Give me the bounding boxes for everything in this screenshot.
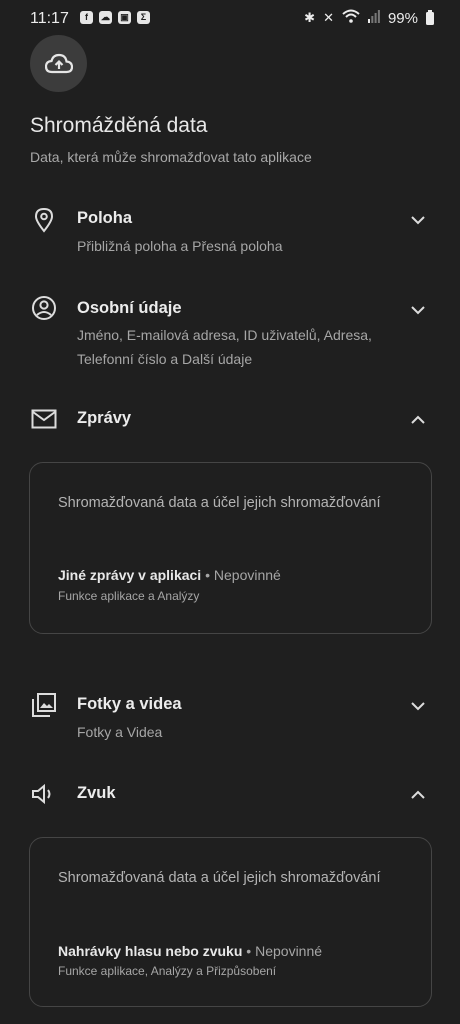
separator: • <box>242 943 256 959</box>
battery-percent: 99% <box>387 9 418 27</box>
cloud-icon: ☁ <box>99 11 112 24</box>
mute-icon: ✕ <box>323 10 334 25</box>
chevron-down-icon[interactable] <box>406 208 430 232</box>
person-circle-icon <box>30 294 58 322</box>
section-subtitle: Fotky a Videa <box>77 724 163 740</box>
section-photos-videos[interactable]: Fotky a videa Fotky a Videa <box>0 686 460 756</box>
section-title: Zprávy <box>77 409 132 427</box>
section-audio[interactable]: Zvuk <box>0 775 460 815</box>
signal-icon <box>367 9 380 27</box>
data-type-row: Jiné zprávy v aplikaci • Nepovinné <box>58 567 281 583</box>
section-title: Fotky a videa <box>77 695 182 713</box>
data-type-row: Nahrávky hlasu nebo zvuku • Nepovinné <box>58 943 322 959</box>
data-type-name: Jiné zprávy v aplikaci <box>58 567 202 583</box>
facebook-icon: f <box>80 11 93 24</box>
system-icons: ✱ ✕ 99% <box>304 9 434 27</box>
section-title: Poloha <box>77 209 133 227</box>
mail-icon <box>30 405 58 433</box>
sigma-icon: Σ <box>137 11 150 24</box>
data-purpose: Funkce aplikace, Analýzy a Přizpůsobení <box>58 964 277 978</box>
data-type-name: Nahrávky hlasu nebo zvuku <box>58 943 243 959</box>
battery-icon <box>426 9 434 25</box>
data-detail-card: Shromažďovaná data a účel jejich shromaž… <box>29 837 432 1007</box>
image-icon: ▣ <box>118 11 131 24</box>
chevron-down-icon[interactable] <box>406 298 430 322</box>
section-personal-info[interactable]: Osobní údaje Jméno, E-mailová adresa, ID… <box>0 290 460 370</box>
section-title: Zvuk <box>77 784 116 802</box>
data-purpose: Funkce aplikace a Analýzy <box>58 589 200 603</box>
location-pin-icon <box>30 206 58 234</box>
wifi-icon <box>342 9 360 27</box>
chevron-up-icon[interactable] <box>406 783 430 807</box>
separator: • <box>201 567 214 583</box>
card-heading: Shromažďovaná data a účel jejich shromaž… <box>58 495 381 511</box>
section-messages[interactable]: Zprávy <box>0 400 460 440</box>
section-subtitle: Přibližná poloha a Přesná poloha <box>77 238 283 254</box>
card-heading: Shromažďovaná data a účel jejich shromaž… <box>58 870 381 886</box>
optional-label: Nepovinné <box>213 567 281 583</box>
speaker-icon <box>30 780 58 808</box>
section-location[interactable]: Poloha Přibližná poloha a Přesná poloha <box>0 200 460 270</box>
section-subtitle: Jméno, E-mailová adresa, ID uživatelů, A… <box>77 327 372 367</box>
page-subtitle: Data, která může shromažďovat tato aplik… <box>30 149 312 165</box>
data-detail-card: Shromažďovaná data a účel jejich shromaž… <box>29 462 432 634</box>
chevron-down-icon[interactable] <box>406 694 430 718</box>
notification-icons: f ☁ ▣ Σ <box>80 11 150 24</box>
bluetooth-icon: ✱ <box>304 10 316 25</box>
section-title: Osobní údaje <box>77 299 182 317</box>
status-bar: 11:17 f ☁ ▣ Σ ✱ ✕ 99% <box>0 0 460 36</box>
cloud-upload-icon <box>30 35 87 92</box>
optional-label: Nepovinné <box>255 943 323 959</box>
chevron-up-icon[interactable] <box>406 408 430 432</box>
status-time: 11:17 <box>30 10 69 27</box>
photo-library-icon <box>30 691 58 719</box>
page-title: Shromážděná data <box>30 114 208 137</box>
